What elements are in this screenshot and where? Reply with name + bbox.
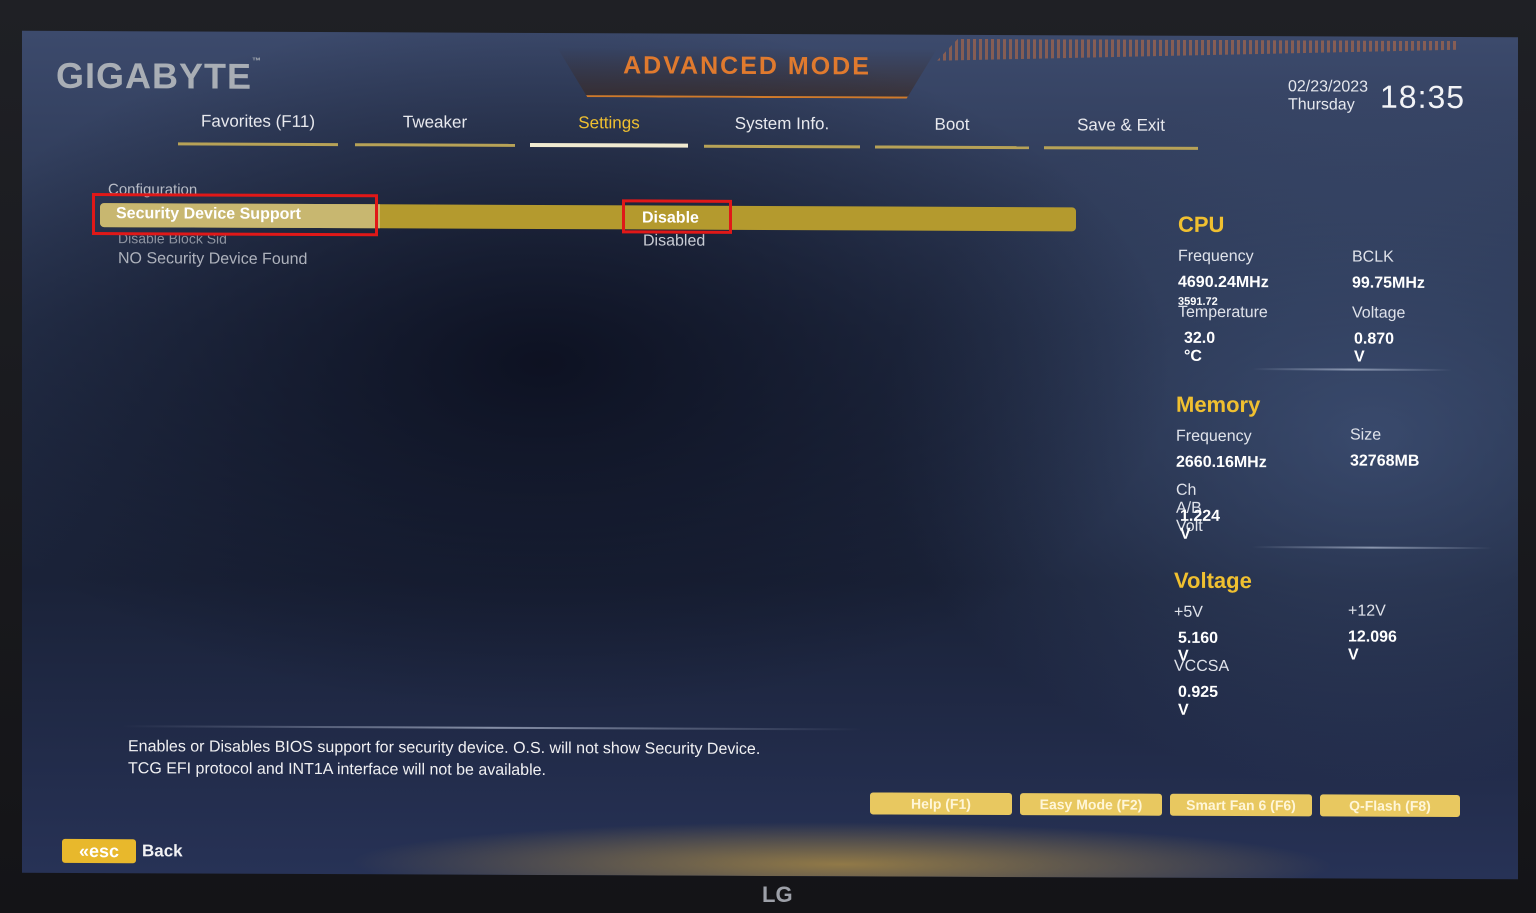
annotation-box-setting xyxy=(92,193,378,237)
voltage-vccsa-value: 0.925 V xyxy=(1178,683,1219,719)
divider xyxy=(1252,546,1492,550)
tab-tweaker[interactable]: Tweaker xyxy=(355,112,515,147)
tab-save-exit[interactable]: Save & Exit xyxy=(1044,115,1198,150)
tab-label: Favorites (F11) xyxy=(201,111,315,132)
memory-volt-value: 1.224 V xyxy=(1180,507,1221,543)
cpu-bclk-label: BCLK xyxy=(1352,248,1394,266)
monitor-brand-logo: LG xyxy=(762,882,793,907)
voltage-5v-label: +5V xyxy=(1174,603,1203,621)
memory-frequency-label: Frequency xyxy=(1176,427,1252,446)
help-line-2: TCG EFI protocol and INT1A interface wil… xyxy=(128,760,546,780)
esc-label: esc xyxy=(88,841,120,862)
esc-button[interactable]: «esc xyxy=(62,838,136,864)
smart-fan-button[interactable]: Smart Fan 6 (F6) xyxy=(1170,793,1312,817)
help-description: Enables or Disables BIOS support for sec… xyxy=(128,736,760,783)
back-label[interactable]: Back xyxy=(142,841,183,861)
status-no-security-device: NO Security Device Found xyxy=(118,250,308,268)
weekday: Thursday xyxy=(1288,96,1355,114)
cpu-voltage-value: 0.870 V xyxy=(1354,330,1395,366)
help-line-1: Enables or Disables BIOS support for sec… xyxy=(128,738,761,758)
mode-title: ADVANCED MODE xyxy=(623,51,871,81)
tab-settings[interactable]: Settings xyxy=(530,113,688,148)
clock: 18:35 xyxy=(1380,78,1466,116)
tab-label: Save & Exit xyxy=(1077,115,1165,135)
voltage-vccsa-label: VCCSA xyxy=(1174,657,1230,676)
banner-stripes xyxy=(937,39,1457,63)
tab-boot[interactable]: Boot xyxy=(875,114,1029,150)
cpu-frequency-main: 4690.24MHz xyxy=(1178,273,1269,292)
help-button[interactable]: Help (F1) xyxy=(870,792,1012,816)
memory-size-label: Size xyxy=(1350,426,1382,444)
cpu-temperature-label: Temperature xyxy=(1178,303,1268,322)
q-flash-button[interactable]: Q-Flash (F8) xyxy=(1320,794,1460,818)
cpu-voltage-label: Voltage xyxy=(1352,304,1406,322)
brand-name: GIGABYTE xyxy=(56,54,253,97)
tab-label: System Info. xyxy=(734,113,830,134)
tab-label: Tweaker xyxy=(402,112,468,132)
date: 02/23/2023 xyxy=(1288,78,1369,96)
tab-system-info[interactable]: System Info. xyxy=(704,114,860,149)
tab-label: Settings xyxy=(578,113,640,133)
memory-title: Memory xyxy=(1176,391,1261,418)
description-divider xyxy=(122,725,862,731)
easy-mode-button[interactable]: Easy Mode (F2) xyxy=(1020,793,1162,816)
annotation-box-value xyxy=(622,199,732,234)
voltage-12v-value: 12.096 V xyxy=(1348,628,1397,664)
voltage-12v-label: +12V xyxy=(1348,602,1386,620)
cpu-temperature-value: 32.0 °C xyxy=(1184,329,1216,365)
divider xyxy=(1252,368,1452,371)
voltage-title: Voltage xyxy=(1174,567,1252,594)
setting-value-disable-block-sid[interactable]: Disabled xyxy=(643,232,705,250)
double-chevron-left-icon: « xyxy=(78,840,89,862)
tab-label: Boot xyxy=(934,114,970,134)
date-display: 02/23/2023 Thursday xyxy=(1288,78,1368,114)
cpu-bclk-value: 99.75MHz xyxy=(1352,274,1425,292)
bios-screen: GIGABYTE™ ADVANCED MODE 02/23/2023 Thurs… xyxy=(22,30,1518,880)
cpu-title: CPU xyxy=(1178,211,1225,237)
memory-size-value: 32768MB xyxy=(1350,452,1420,470)
cpu-frequency-label: Frequency xyxy=(1178,247,1254,266)
tab-favorites[interactable]: Favorites (F11) xyxy=(178,111,338,147)
brand-logo: GIGABYTE™ xyxy=(56,54,263,97)
memory-frequency-value: 2660.16MHz xyxy=(1176,453,1267,472)
